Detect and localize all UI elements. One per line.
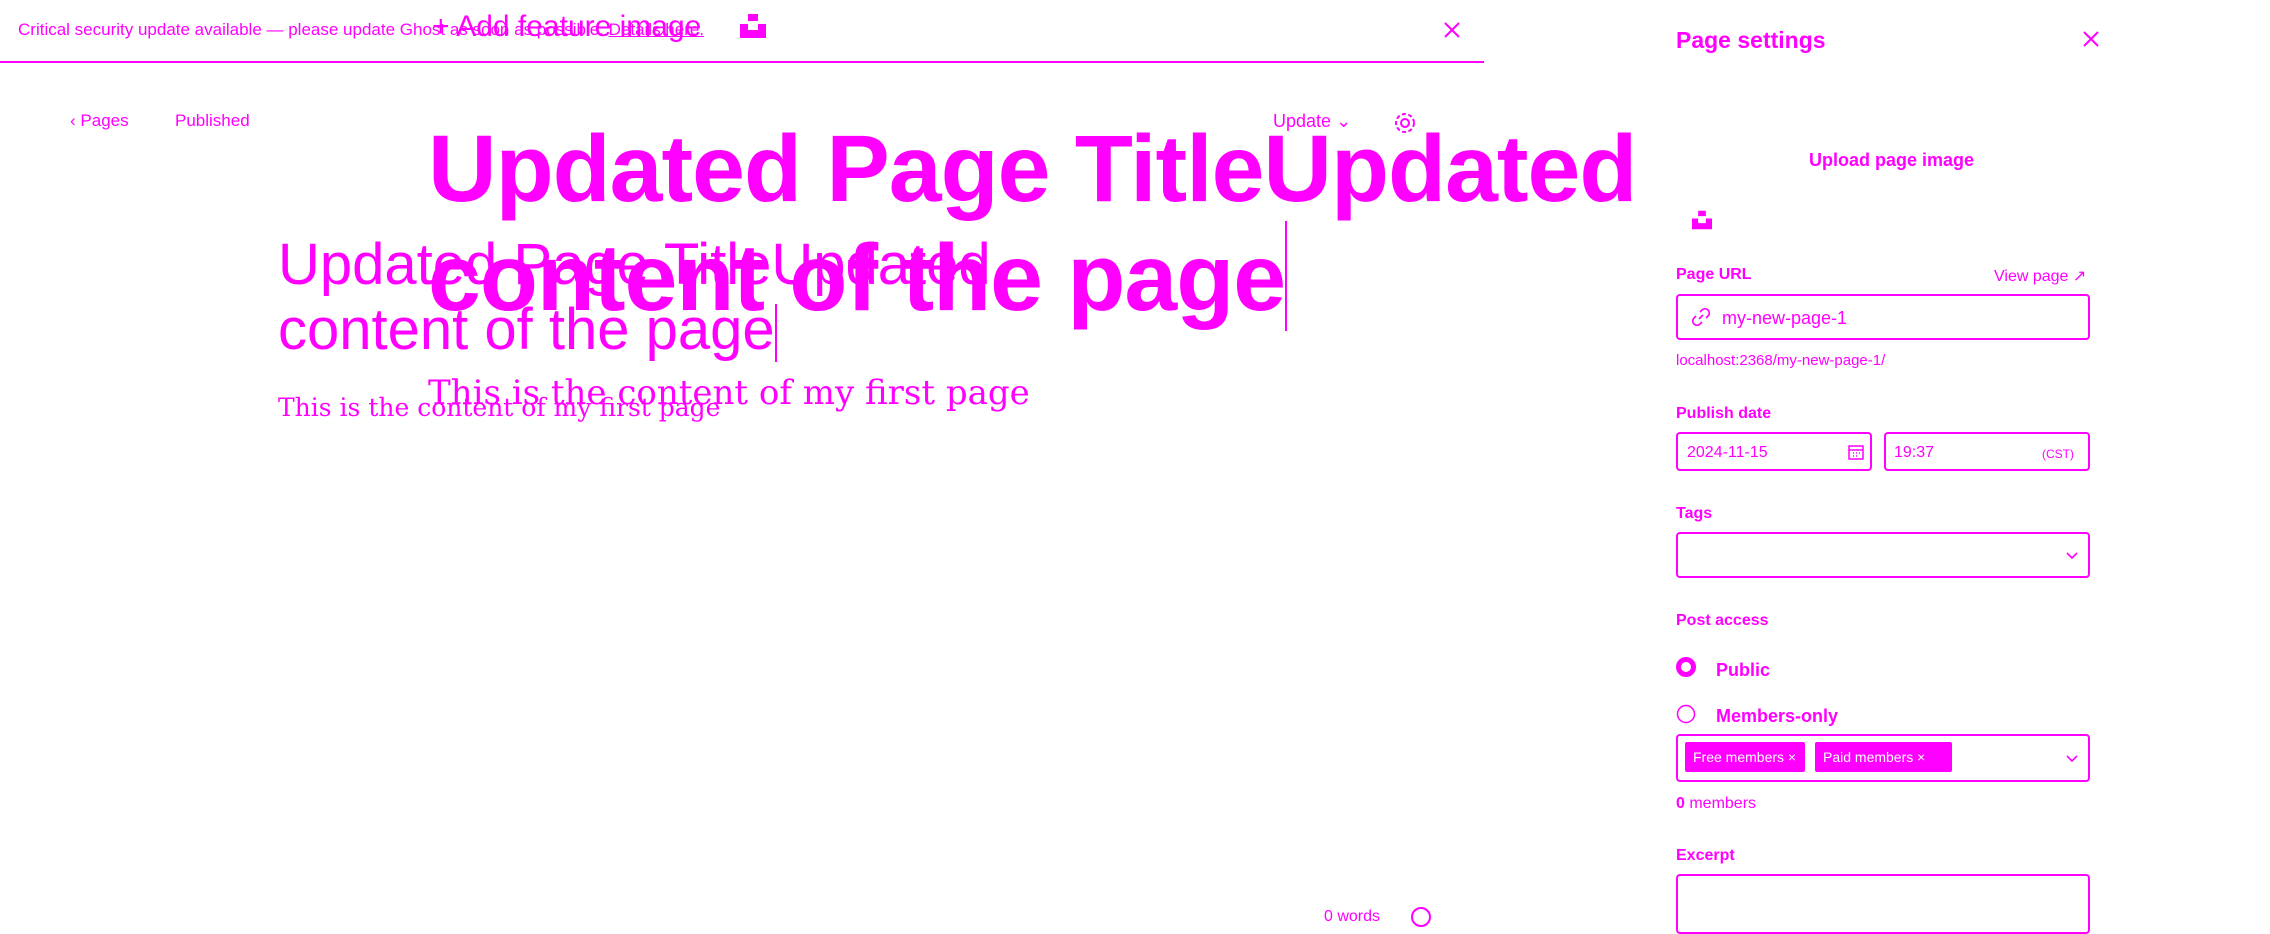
tier-chip-label: Free members <box>1693 749 1785 765</box>
excerpt-label: Excerpt <box>1676 847 1735 864</box>
back-label: Pages <box>80 111 129 130</box>
publish-status: Published <box>175 111 250 130</box>
view-page-link[interactable]: View page ↗ <box>1994 266 2086 286</box>
text-caret <box>1285 221 1288 331</box>
banner-close-icon[interactable] <box>1440 18 1464 42</box>
page-body-editor[interactable]: This is the content of my first page <box>428 373 1030 413</box>
unsplash-icon[interactable] <box>1692 210 1712 230</box>
publish-date-label: Publish date <box>1676 405 1772 422</box>
page-title-input[interactable]: Updated Page TitleUpdated content of the… <box>428 118 1658 331</box>
post-access-label: Post access <box>1676 612 1769 629</box>
back-to-pages-link[interactable]: ‹ Pages <box>70 111 129 131</box>
tier-chip-label: Paid members <box>1823 749 1914 765</box>
page-url-value: my-new-page-1 <box>1722 308 1848 328</box>
page-url-hint: localhost:2368/my-new-page-1/ <box>1676 352 1886 369</box>
publish-date-value: 2024-11-15 <box>1687 444 1768 461</box>
page-settings-panel: Page settings Upload page image Page URL… <box>1484 0 2270 934</box>
chevron-down-icon <box>2066 552 2078 560</box>
page-url-label: Page URL <box>1676 266 1752 283</box>
chevron-left-icon: ‹ <box>70 111 76 130</box>
tags-select[interactable] <box>1676 532 2090 578</box>
members-count-suffix: members <box>1684 795 1757 812</box>
timezone-label: (CST) <box>2042 447 2074 461</box>
members-count: 0 members <box>1676 795 1756 813</box>
panel-title: Page settings <box>1676 27 1826 53</box>
tags-label: Tags <box>1676 505 1713 522</box>
chevron-down-icon <box>2066 755 2078 763</box>
help-icon[interactable] <box>1410 906 1432 928</box>
add-feature-image-button[interactable]: + Add feature image <box>432 10 701 44</box>
word-count: 0 words <box>1324 908 1381 925</box>
members-count-number: 0 <box>1676 795 1685 812</box>
remove-icon[interactable]: × <box>1917 749 1925 765</box>
radio-members-only[interactable] <box>1676 704 1696 724</box>
view-page-label: View page <box>1994 268 2069 285</box>
page-title-text: Updated Page TitleUpdated content of the… <box>428 116 1637 331</box>
excerpt-textarea[interactable] <box>1676 874 2090 934</box>
unsplash-icon[interactable] <box>740 14 766 38</box>
radio-public[interactable] <box>1676 657 1696 677</box>
tier-chip-paid: Paid members × <box>1815 742 1952 772</box>
radio-public-label[interactable]: Public <box>1716 660 1770 681</box>
close-icon[interactable] <box>2080 28 2102 50</box>
remove-icon[interactable]: × <box>1788 749 1796 765</box>
radio-members-only-label[interactable]: Members-only <box>1716 706 1838 727</box>
calendar-icon <box>1848 445 1864 460</box>
link-icon <box>1692 308 1710 326</box>
upload-page-image-button[interactable]: Upload page image <box>1809 150 1974 171</box>
tier-chip-free: Free members × <box>1685 742 1805 772</box>
publish-time-value: 19:37 <box>1894 444 1935 461</box>
external-link-icon: ↗ <box>2072 268 2087 285</box>
